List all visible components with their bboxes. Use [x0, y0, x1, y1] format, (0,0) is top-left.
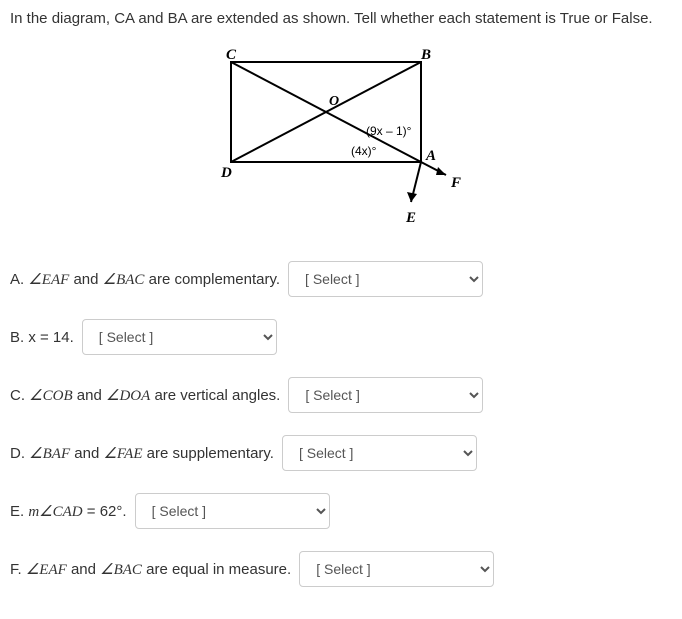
- item-d-angle1: ∠BAF: [29, 446, 70, 462]
- item-f-prefix: F.: [10, 561, 26, 578]
- label-angle2: (4x)°: [351, 144, 377, 158]
- label-d: D: [220, 165, 232, 181]
- label-c: C: [226, 47, 237, 63]
- item-a-angle2: ∠BAC: [103, 272, 145, 288]
- item-c-angle1: ∠COB: [29, 388, 72, 404]
- item-e-select[interactable]: [ Select ]: [135, 493, 330, 529]
- item-c-select[interactable]: [ Select ]: [288, 377, 483, 413]
- item-d-suffix: are supplementary.: [143, 445, 274, 462]
- item-a-mid: and: [69, 271, 102, 288]
- item-f: F. ∠EAF and ∠BAC are equal in measure. […: [10, 551, 672, 587]
- item-a-angle1: ∠EAF: [28, 272, 69, 288]
- item-d: D. ∠BAF and ∠FAE are supplementary. [ Se…: [10, 435, 672, 471]
- item-a-text: A. ∠EAF and ∠BAC are complementary.: [10, 270, 280, 289]
- item-c-mid: and: [73, 387, 106, 404]
- item-c-text: C. ∠COB and ∠DOA are vertical angles.: [10, 386, 280, 405]
- question-text: In the diagram, CA and BA are extended a…: [10, 10, 672, 27]
- item-e-text: E. m∠CAD = 62°.: [10, 502, 127, 521]
- item-f-mid: and: [67, 561, 100, 578]
- item-c: C. ∠COB and ∠DOA are vertical angles. [ …: [10, 377, 672, 413]
- label-a: A: [425, 148, 436, 164]
- diagram-container: C B D A O E F (9x – 1)° (4x)°: [10, 47, 672, 231]
- item-d-prefix: D.: [10, 445, 29, 462]
- geometry-diagram: C B D A O E F (9x – 1)° (4x)°: [211, 47, 471, 231]
- item-a-suffix: are complementary.: [144, 271, 280, 288]
- item-b-select[interactable]: [ Select ]: [82, 319, 277, 355]
- item-f-angle1: ∠EAF: [26, 562, 67, 578]
- item-d-mid: and: [70, 445, 103, 462]
- item-e-prefix: E.: [10, 503, 28, 520]
- item-a-select[interactable]: [ Select ]: [288, 261, 483, 297]
- item-d-angle2: ∠FAE: [103, 446, 142, 462]
- item-f-angle2: ∠BAC: [100, 562, 142, 578]
- item-a: A. ∠EAF and ∠BAC are complementary. [ Se…: [10, 261, 672, 297]
- item-e-math: m∠CAD: [28, 504, 82, 520]
- item-b-text: B. x = 14.: [10, 329, 74, 346]
- item-a-prefix: A.: [10, 271, 28, 288]
- item-f-suffix: are equal in measure.: [142, 561, 291, 578]
- label-o: O: [329, 94, 339, 109]
- item-e-suffix: = 62°.: [83, 503, 127, 520]
- item-d-select[interactable]: [ Select ]: [282, 435, 477, 471]
- label-b: B: [420, 47, 431, 63]
- label-angle1: (9x – 1)°: [366, 124, 412, 138]
- label-e: E: [405, 210, 416, 226]
- item-d-text: D. ∠BAF and ∠FAE are supplementary.: [10, 444, 274, 463]
- item-f-text: F. ∠EAF and ∠BAC are equal in measure.: [10, 560, 291, 579]
- item-f-select[interactable]: [ Select ]: [299, 551, 494, 587]
- item-c-suffix: are vertical angles.: [150, 387, 280, 404]
- item-b: B. x = 14. [ Select ]: [10, 319, 672, 355]
- label-f: F: [450, 175, 461, 191]
- item-e: E. m∠CAD = 62°. [ Select ]: [10, 493, 672, 529]
- item-c-angle2: ∠DOA: [106, 388, 150, 404]
- item-c-prefix: C.: [10, 387, 29, 404]
